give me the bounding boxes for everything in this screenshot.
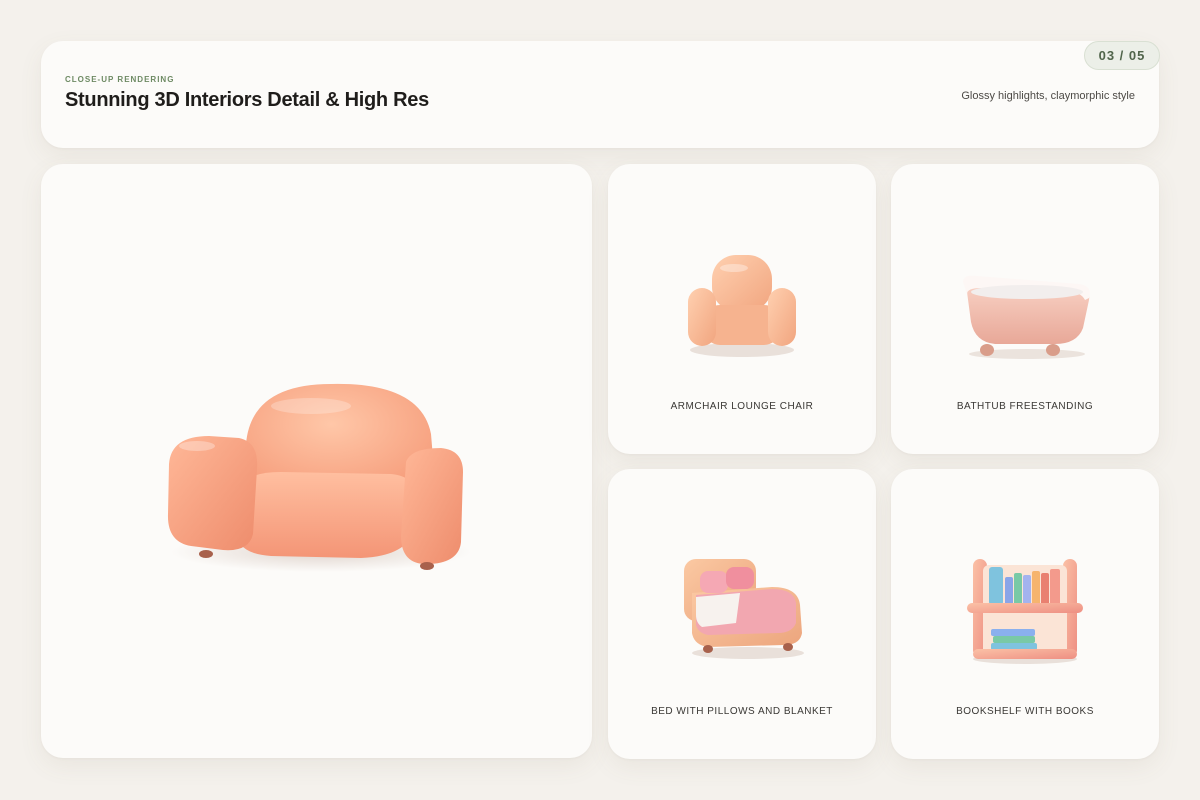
- tile-label: BOOKSHELF WITH BOOKS: [956, 706, 1094, 717]
- header-card: CLOSE-UP RENDERING Stunning 3D Interiors…: [41, 41, 1159, 148]
- tile-bed[interactable]: BED WITH PILLOWS AND BLANKET: [608, 469, 876, 759]
- eyebrow-label: CLOSE-UP RENDERING: [65, 75, 175, 84]
- tile-label: BATHTUB FREESTANDING: [956, 401, 1094, 412]
- armchair-icon: [688, 255, 796, 357]
- tile-bookshelf[interactable]: BOOKSHELF WITH BOOKS: [891, 469, 1159, 759]
- page-subtitle: Glossy highlights, claymorphic style: [961, 90, 1135, 102]
- bathtub-icon: [963, 275, 1090, 359]
- bed-icon: [684, 559, 804, 659]
- sofa-icon: [167, 383, 471, 572]
- tile-label: BED WITH PILLOWS AND BLANKET: [651, 706, 833, 717]
- bookshelf-icon: [967, 559, 1083, 664]
- tile-armchair[interactable]: ARMCHAIR LOUNGE CHAIR: [608, 164, 876, 454]
- page-indicator-badge: 03 / 05: [1084, 41, 1160, 70]
- tile-label: ARMCHAIR LOUNGE CHAIR: [670, 401, 814, 412]
- tile-bathtub[interactable]: BATHTUB FREESTANDING: [891, 164, 1159, 454]
- hero-card[interactable]: [41, 164, 592, 758]
- page-title: Stunning 3D Interiors Detail & High Res: [65, 89, 429, 111]
